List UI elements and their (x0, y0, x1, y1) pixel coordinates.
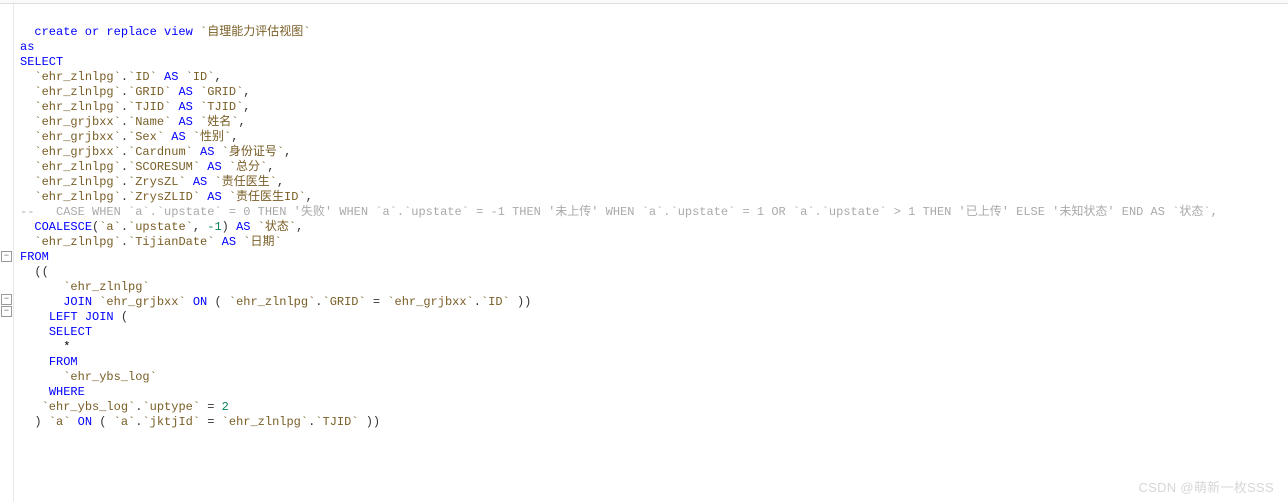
code-line: `ehr_grjbxx`.`Sex` AS `性别`, (20, 130, 238, 144)
code-line: -- CASE WHEN `a`.`upstate` = 0 THEN '失败'… (20, 205, 1218, 219)
code-line: `ehr_zlnlpg`.`ZrysZLID` AS `责任医生ID`, (20, 190, 313, 204)
code-line: `ehr_grjbxx`.`Cardnum` AS `身份证号`, (20, 145, 291, 159)
code-line: `ehr_zlnlpg`.`TJID` AS `TJID`, (20, 100, 250, 114)
code-line: SELECT (20, 325, 92, 339)
code-line: as (20, 40, 34, 54)
code-line: WHERE (20, 385, 85, 399)
code-line: FROM (20, 250, 49, 264)
code-line: `ehr_zlnlpg` (20, 280, 150, 294)
code-line: FROM (20, 355, 78, 369)
watermark-text: CSDN @萌新一枚SSS (1138, 477, 1274, 496)
code-line: `ehr_zlnlpg`.`ZrysZL` AS `责任医生`, (20, 175, 284, 189)
code-content[interactable]: create or replace view `自理能力评估视图` as SEL… (14, 0, 1288, 502)
code-editor[interactable]: − − − create or replace view `自理能力评估视图` … (0, 0, 1288, 502)
code-line: `ehr_zlnlpg`.`TijianDate` AS `日期` (20, 235, 282, 249)
code-line: `ehr_zlnlpg`.`SCORESUM` AS `总分`, (20, 160, 274, 174)
code-line: create or replace view `自理能力评估视图` (20, 25, 310, 39)
code-line: * (20, 340, 70, 354)
code-line: `ehr_zlnlpg`.`ID` AS `ID`, (20, 70, 222, 84)
fold-toggle-icon[interactable]: − (1, 294, 12, 305)
fold-gutter: − − − (0, 0, 14, 502)
code-line: `ehr_ybs_log`.`uptype` = 2 (20, 400, 229, 414)
code-line: SELECT (20, 55, 63, 69)
code-line: ) `a` ON ( `a`.`jktjId` = `ehr_zlnlpg`.`… (20, 415, 380, 429)
code-line: LEFT JOIN ( (20, 310, 128, 324)
code-line: `ehr_grjbxx`.`Name` AS `姓名`, (20, 115, 246, 129)
code-line: JOIN `ehr_grjbxx` ON ( `ehr_zlnlpg`.`GRI… (20, 295, 531, 309)
code-line: COALESCE(`a`.`upstate`, -1) AS `状态`, (20, 220, 303, 234)
fold-toggle-icon[interactable]: − (1, 306, 12, 317)
code-line: `ehr_ybs_log` (20, 370, 157, 384)
code-line: (( (20, 265, 49, 279)
code-line: `ehr_zlnlpg`.`GRID` AS `GRID`, (20, 85, 250, 99)
fold-toggle-icon[interactable]: − (1, 251, 12, 262)
